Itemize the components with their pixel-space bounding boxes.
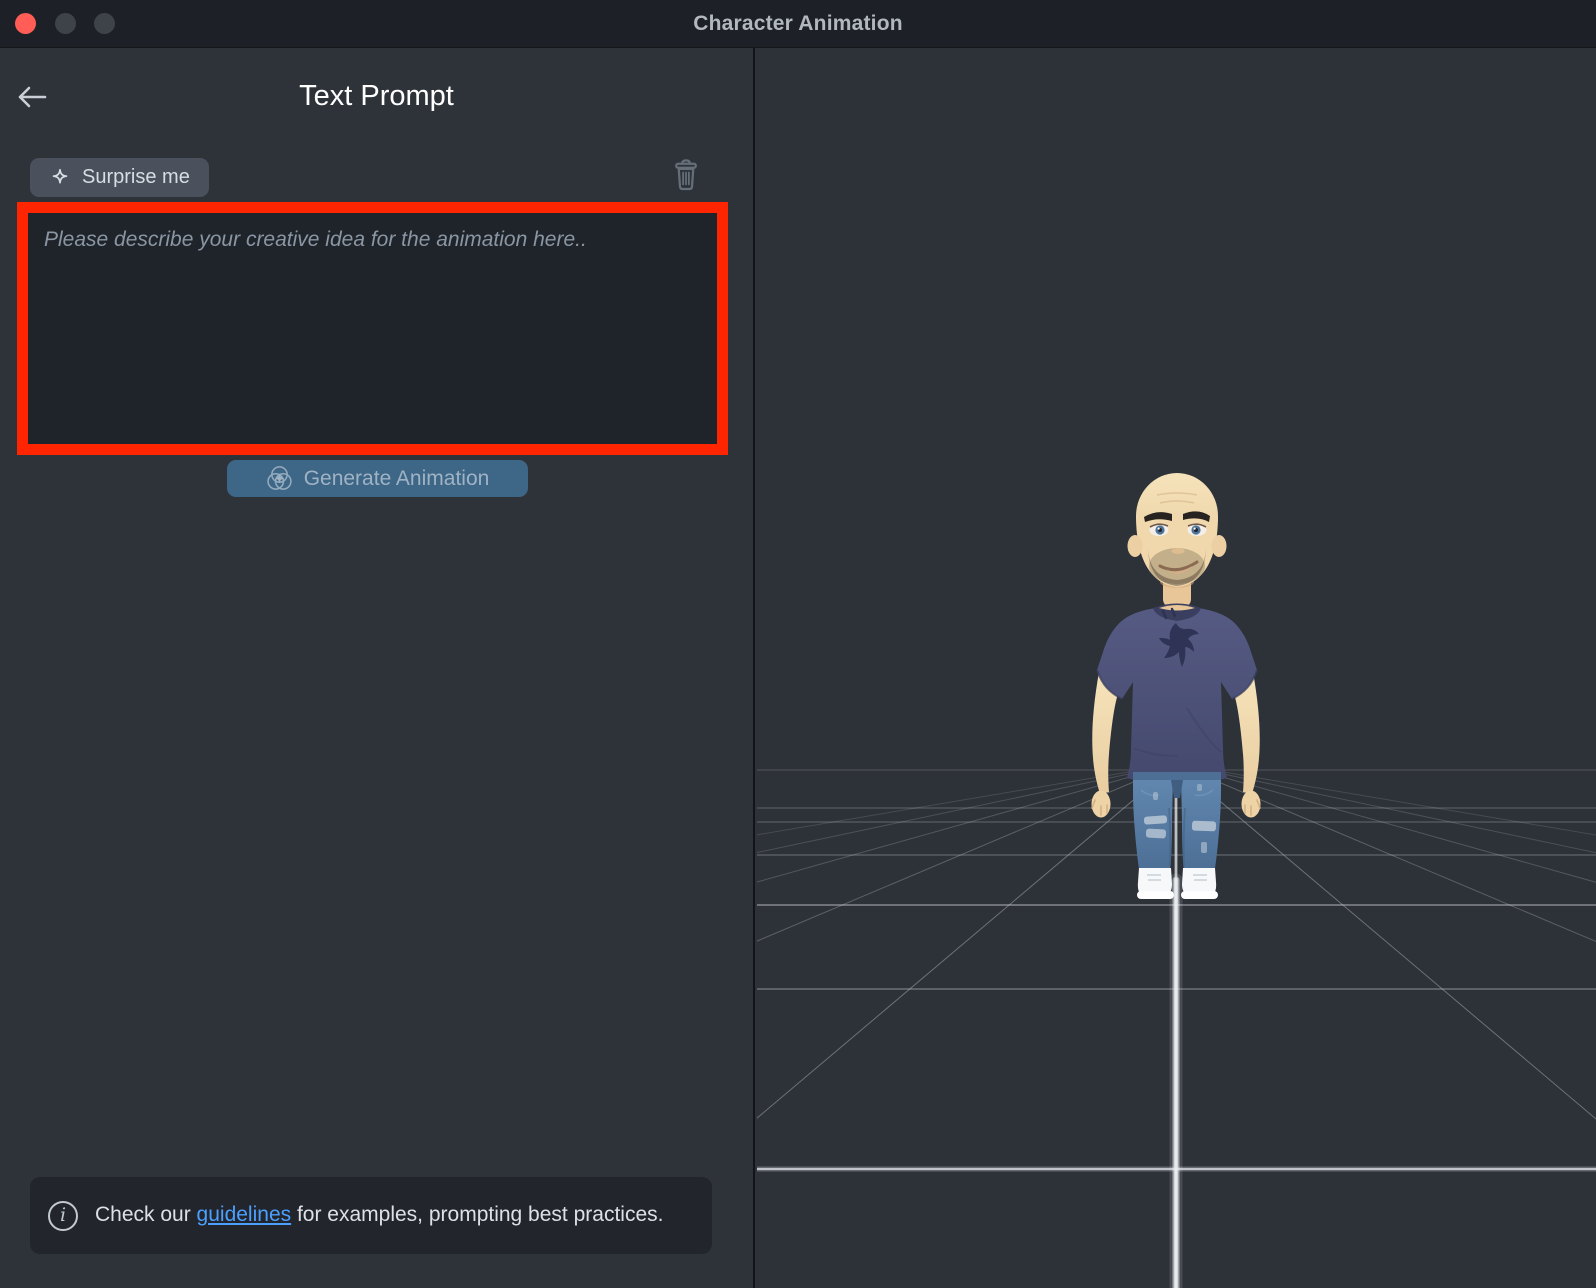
delete-prompt-button[interactable] <box>668 156 704 196</box>
info-text-suffix: for examples, prompting best practices. <box>291 1203 663 1226</box>
page-title: Text Prompt <box>0 80 753 113</box>
info-icon: i <box>48 1201 78 1231</box>
trash-icon <box>671 158 701 192</box>
info-text-prefix: Check our <box>95 1203 197 1226</box>
prompt-panel: Text Prompt Surprise me <box>0 48 755 1288</box>
annotation-highlight <box>17 202 728 455</box>
titlebar: Character Animation <box>0 0 1596 48</box>
prompt-input[interactable] <box>28 213 717 444</box>
window-title: Character Animation <box>693 12 903 36</box>
generate-animation-label: Generate Animation <box>304 467 490 491</box>
generate-animation-button[interactable]: Generate Animation <box>227 460 528 497</box>
surprise-me-button[interactable]: Surprise me <box>30 158 209 197</box>
guidelines-info-box: i Check our guidelines for examples, pro… <box>30 1177 712 1254</box>
close-button[interactable] <box>15 13 36 34</box>
3d-scene <box>757 48 1596 1288</box>
sparkle-icon <box>49 167 71 189</box>
guidelines-link[interactable]: guidelines <box>197 1203 292 1226</box>
minimize-button[interactable] <box>55 13 76 34</box>
zoom-button[interactable] <box>94 13 115 34</box>
orbit-sparkle-icon <box>266 465 293 492</box>
3d-viewport[interactable] <box>757 48 1596 1288</box>
app-window: Character Animation Text Prompt Surprise… <box>0 0 1596 1288</box>
surprise-me-label: Surprise me <box>82 166 190 189</box>
guidelines-info-text: Check our guidelines for examples, promp… <box>95 1202 663 1228</box>
